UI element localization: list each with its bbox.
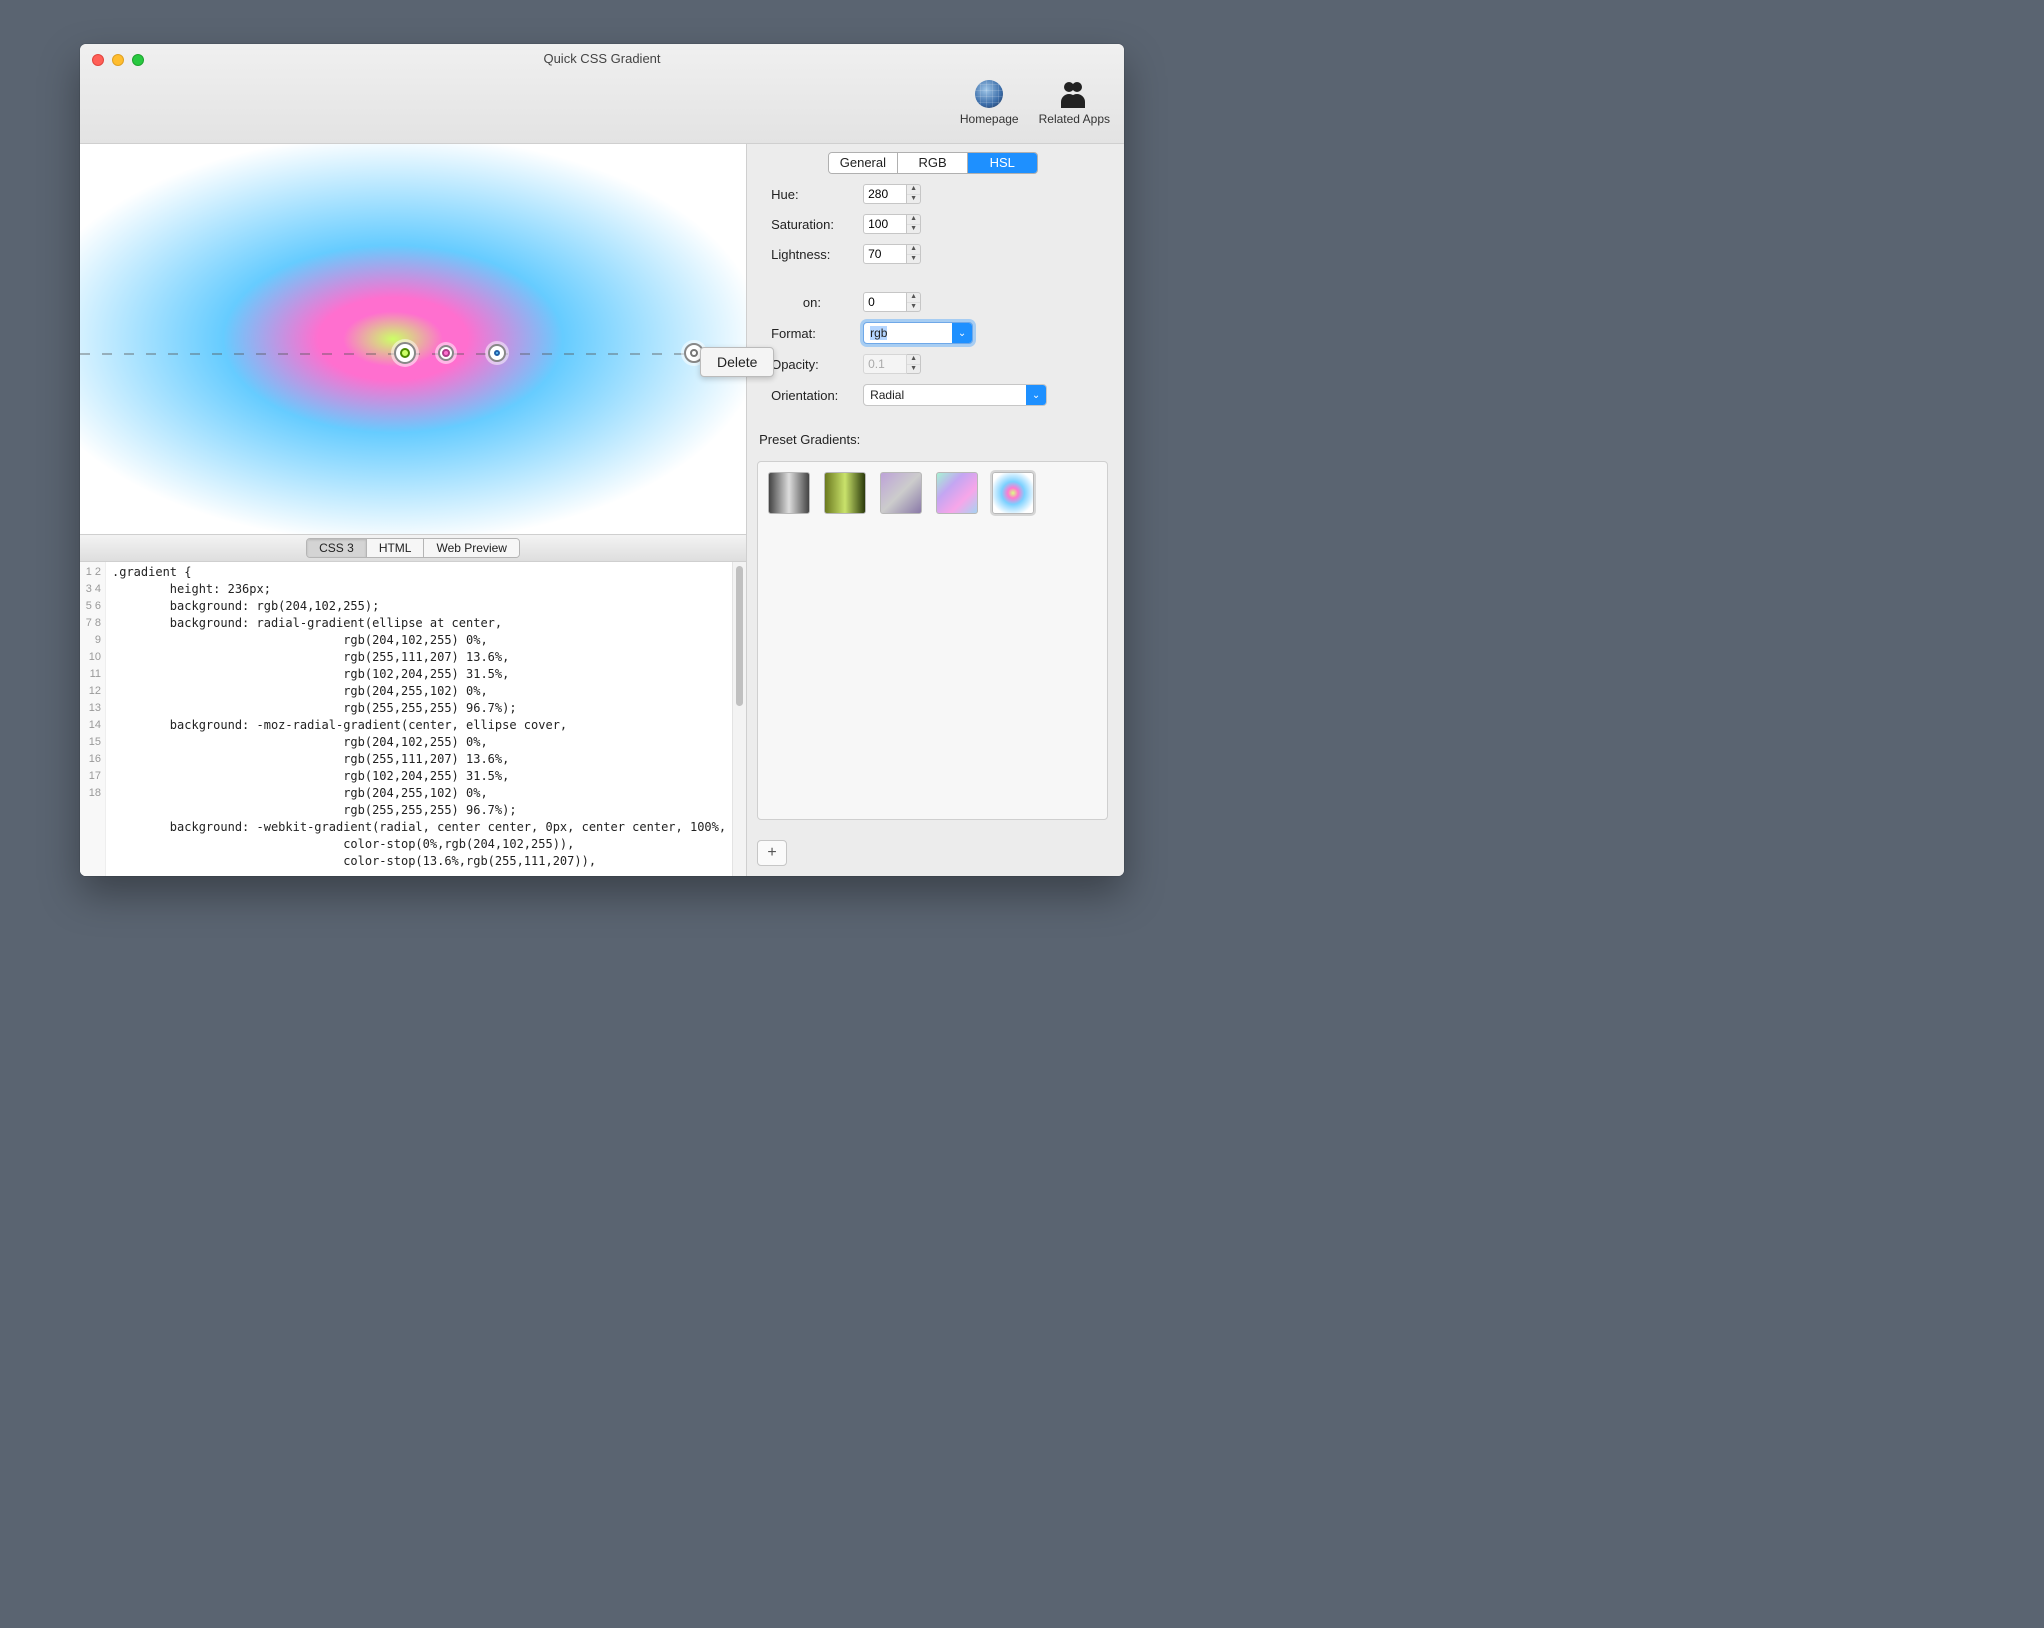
preset-gradient-2[interactable] <box>824 472 866 514</box>
stop-panel: Position: ▲▼ Format: rgb ⌄ Opacity: <box>757 292 1108 416</box>
gradient-stop-track <box>80 342 746 366</box>
position-stepper[interactable]: ▲▼ <box>907 292 921 312</box>
format-select-value: rgb <box>870 326 887 340</box>
position-label: Position: <box>771 295 855 310</box>
tab-web-preview[interactable]: Web Preview <box>423 539 518 557</box>
code-text[interactable]: .gradient { height: 236px; background: r… <box>106 562 732 876</box>
add-preset-button[interactable]: + <box>757 840 787 866</box>
code-area: 1 2 3 4 5 6 7 8 9 10 11 12 13 14 15 16 1… <box>80 562 746 876</box>
close-window-button[interactable] <box>92 54 104 66</box>
format-label: Format: <box>771 326 855 341</box>
gradient-stop-1[interactable] <box>394 342 416 364</box>
gradient-preview[interactable]: Delete <box>80 144 746 534</box>
lightness-label: Lightness: <box>771 247 855 262</box>
right-panel: General RGB HSL Hue: ▲▼ Saturation: ▲▼ <box>747 144 1124 876</box>
tab-rgb[interactable]: RGB <box>897 153 967 173</box>
orientation-select[interactable]: Radial ⌄ <box>863 384 1047 406</box>
code-tabs: CSS 3 HTML Web Preview <box>80 534 746 562</box>
left-column: Delete CSS 3 HTML Web Preview 1 2 3 4 5 … <box>80 144 747 876</box>
hue-input[interactable] <box>863 184 907 204</box>
opacity-stepper[interactable]: ▲▼ <box>907 354 921 374</box>
lightness-input[interactable] <box>863 244 907 264</box>
color-mode-segmented: General RGB HSL <box>828 152 1038 174</box>
preset-gradient-5[interactable] <box>992 472 1034 514</box>
hue-stepper[interactable]: ▲▼ <box>907 184 921 204</box>
scrollbar-thumb[interactable] <box>736 566 743 706</box>
color-panel: General RGB HSL Hue: ▲▼ Saturation: ▲▼ <box>757 154 1108 274</box>
code-gutter: 1 2 3 4 5 6 7 8 9 10 11 12 13 14 15 16 1… <box>80 562 106 876</box>
tab-html[interactable]: HTML <box>366 539 424 557</box>
saturation-input[interactable] <box>863 214 907 234</box>
orientation-label: Orientation: <box>771 388 855 403</box>
related-apps-button[interactable]: Related Apps <box>1039 78 1110 126</box>
tab-css3[interactable]: CSS 3 <box>307 539 366 557</box>
minimize-window-button[interactable] <box>112 54 124 66</box>
toolbar-right: Homepage Related Apps <box>960 78 1110 126</box>
delete-stop-popover[interactable]: Delete <box>700 347 774 377</box>
opacity-label: Opacity: <box>771 357 855 372</box>
homepage-label: Homepage <box>960 112 1019 126</box>
window-controls <box>92 54 144 66</box>
saturation-label: Saturation: <box>771 217 855 232</box>
chevron-down-icon: ⌄ <box>952 323 972 343</box>
presets-label: Preset Gradients: <box>757 432 1108 447</box>
preset-gradient-3[interactable] <box>880 472 922 514</box>
window-body: Delete CSS 3 HTML Web Preview 1 2 3 4 5 … <box>80 144 1124 876</box>
homepage-button[interactable]: Homepage <box>960 78 1019 126</box>
lightness-stepper[interactable]: ▲▼ <box>907 244 921 264</box>
code-tab-segmented: CSS 3 HTML Web Preview <box>306 538 520 558</box>
hue-label: Hue: <box>771 187 855 202</box>
chevron-down-icon: ⌄ <box>1026 385 1046 405</box>
preset-gradients-grid <box>757 461 1108 820</box>
opacity-input <box>863 354 907 374</box>
app-window: Quick CSS Gradient Homepage Related Apps <box>80 44 1124 876</box>
preset-gradient-4[interactable] <box>936 472 978 514</box>
people-icon <box>1058 78 1090 110</box>
window-title: Quick CSS Gradient <box>80 44 1124 66</box>
saturation-stepper[interactable]: ▲▼ <box>907 214 921 234</box>
format-select[interactable]: rgb ⌄ <box>863 322 973 344</box>
zoom-window-button[interactable] <box>132 54 144 66</box>
gradient-stop-2[interactable] <box>438 345 454 361</box>
gradient-stop-3[interactable] <box>488 344 506 362</box>
tab-hsl[interactable]: HSL <box>967 153 1037 173</box>
tab-general[interactable]: General <box>829 153 898 173</box>
globe-icon <box>973 78 1005 110</box>
preset-gradient-1[interactable] <box>768 472 810 514</box>
position-input[interactable] <box>863 292 907 312</box>
code-scrollbar[interactable] <box>732 562 746 876</box>
related-apps-label: Related Apps <box>1039 112 1110 126</box>
orientation-select-value: Radial <box>870 388 904 402</box>
titlebar: Quick CSS Gradient Homepage Related Apps <box>80 44 1124 144</box>
